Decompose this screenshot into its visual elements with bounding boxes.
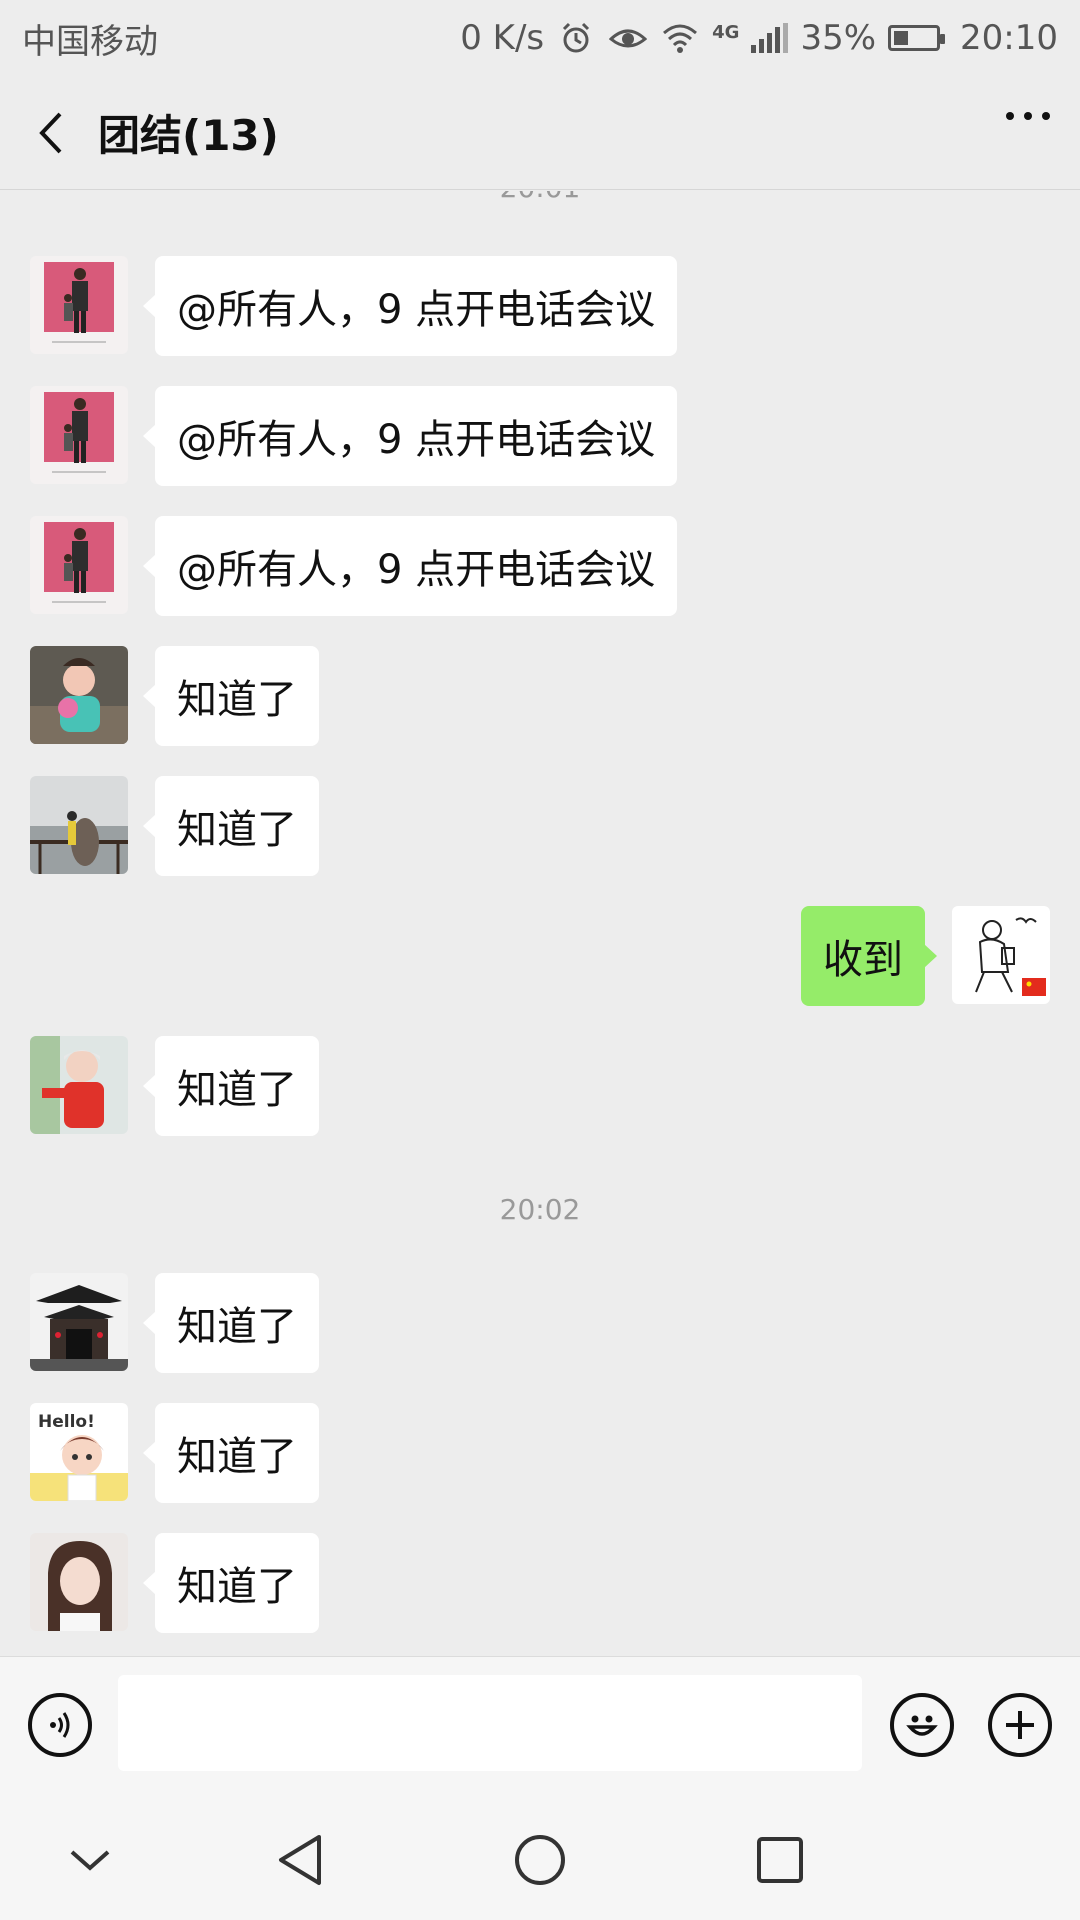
- message-row-self: 收到: [0, 906, 1080, 1006]
- message-bubble-self[interactable]: 收到: [801, 906, 937, 1006]
- hide-keyboard-button[interactable]: [58, 1828, 122, 1892]
- message-row: 知道了: [0, 776, 1080, 876]
- battery-fill: [894, 31, 909, 45]
- back-triangle-icon: [279, 1835, 321, 1885]
- avatar[interactable]: [30, 1036, 128, 1134]
- message-row: 知道了: [0, 646, 1080, 746]
- nav-home-button[interactable]: [508, 1828, 572, 1892]
- plus-icon: [1006, 1711, 1034, 1739]
- chat-header: 团结(13): [0, 76, 1080, 190]
- message-bubble[interactable]: @所有人，9 点开电话会议: [142, 386, 678, 486]
- message-bubble[interactable]: @所有人，9 点开电话会议: [142, 256, 678, 356]
- avatar[interactable]: [30, 776, 128, 874]
- hello-text: Hello!: [38, 1412, 95, 1432]
- message-bubble[interactable]: 知道了: [143, 1036, 319, 1136]
- message-row: 知道了: [0, 1036, 1080, 1136]
- signal-icon: [751, 23, 789, 53]
- more-dots-icon: [1006, 112, 1050, 120]
- status-icons: 0 K/s 4G 35% 20:10: [460, 18, 1058, 58]
- back-button[interactable]: [6, 76, 96, 190]
- message-row: 知道了: [0, 1533, 1080, 1633]
- emoji-icon: [906, 1715, 938, 1736]
- message-list[interactable]: 20:01 @所有人，9 点开电话会议 @所有人，9 点开电话会议 @所有人，9…: [0, 191, 1080, 1656]
- input-bar: [0, 1656, 1080, 1796]
- nav-recents-button[interactable]: [748, 1828, 812, 1892]
- message-bubble[interactable]: 知道了: [143, 646, 319, 746]
- clock: 20:10: [960, 18, 1058, 58]
- network-speed: 0 K/s: [460, 18, 545, 58]
- message-bubble[interactable]: 知道了: [143, 1403, 319, 1503]
- avatar[interactable]: [30, 646, 128, 744]
- avatar[interactable]: [30, 386, 128, 484]
- avatar-self[interactable]: [952, 906, 1050, 1004]
- system-nav-bar: [0, 1796, 1080, 1920]
- alarm-icon: [556, 18, 596, 58]
- avatar[interactable]: [30, 516, 128, 614]
- avatar[interactable]: [30, 1533, 128, 1631]
- eye-icon: [608, 18, 648, 58]
- timestamp: 20:02: [499, 1193, 581, 1226]
- message-bubble[interactable]: @所有人，9 点开电话会议: [142, 516, 678, 616]
- avatar[interactable]: [30, 256, 128, 354]
- status-bar: 中国移动 0 K/s 4G 35% 20:10: [0, 0, 1080, 76]
- chevron-left-icon: [39, 112, 62, 153]
- carrier-label: 中国移动: [22, 21, 158, 62]
- timestamp: 20:01: [0, 191, 1080, 204]
- battery-icon: [888, 25, 946, 51]
- avatar[interactable]: [30, 1273, 128, 1371]
- avatar[interactable]: Hello!: [30, 1403, 128, 1501]
- message-row: 知道了: [0, 1273, 1080, 1373]
- chat-title: 团结(13): [98, 111, 279, 160]
- plus-button[interactable]: [988, 1693, 1052, 1757]
- chevron-down-icon: [70, 1850, 110, 1871]
- battery-percent: 35%: [800, 18, 877, 58]
- network-type: 4G: [712, 22, 740, 43]
- voice-button[interactable]: [28, 1693, 92, 1757]
- voice-icon: [50, 1712, 70, 1738]
- message-bubble[interactable]: 知道了: [143, 776, 319, 876]
- message-input[interactable]: [118, 1675, 862, 1771]
- recents-square-icon: [757, 1837, 803, 1883]
- emoji-button[interactable]: [890, 1693, 954, 1757]
- message-row: @所有人，9 点开电话会议: [0, 516, 1080, 616]
- message-bubble[interactable]: 知道了: [143, 1533, 319, 1633]
- message-row: @所有人，9 点开电话会议: [0, 386, 1080, 486]
- message-row: @所有人，9 点开电话会议: [0, 256, 1080, 356]
- more-button[interactable]: [1006, 112, 1050, 120]
- home-circle-icon: [515, 1835, 565, 1885]
- nav-back-button[interactable]: [268, 1828, 332, 1892]
- wifi-icon: [660, 18, 700, 58]
- message-row: Hello! 知道了: [0, 1403, 1080, 1503]
- message-bubble[interactable]: 知道了: [143, 1273, 319, 1373]
